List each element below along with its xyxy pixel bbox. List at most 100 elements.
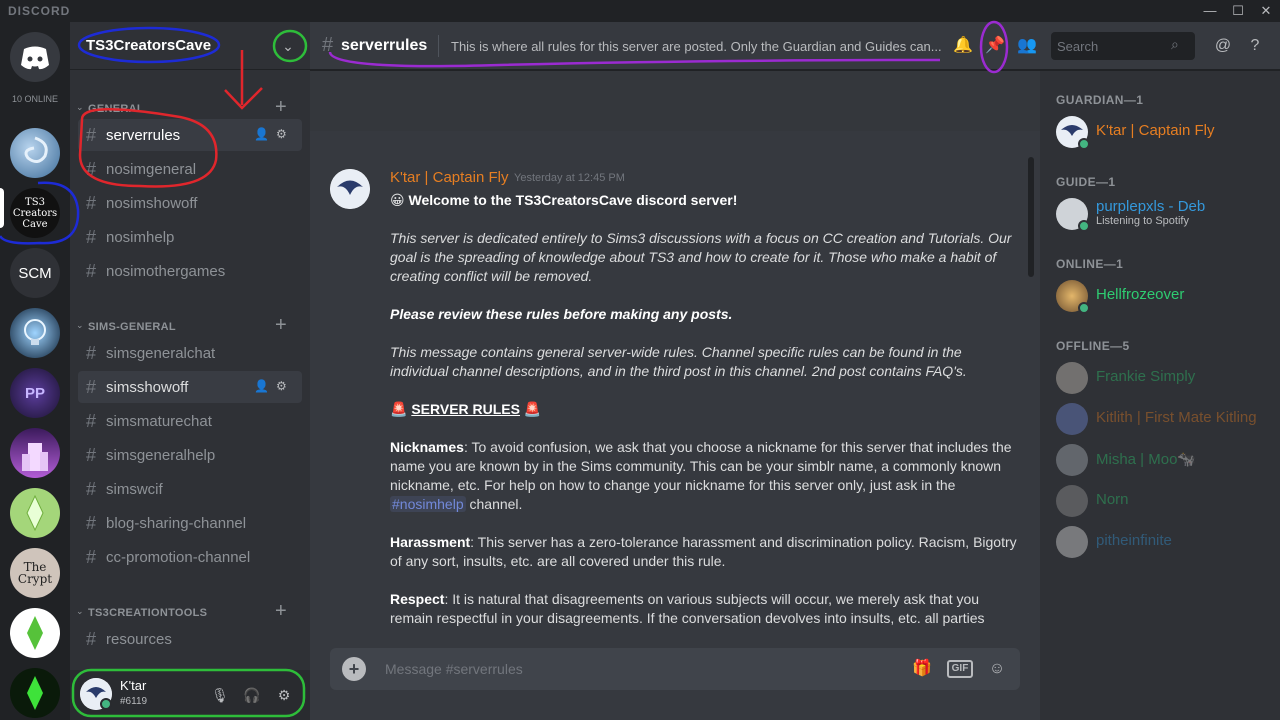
channel-header: # serverrules This is where all rules fo… — [310, 22, 1280, 70]
gear-icon[interactable]: ⚙ — [276, 127, 287, 141]
upload-plus-icon[interactable]: + — [342, 657, 366, 681]
member-item[interactable]: purplepxls - Deb Listening to Spotify — [1056, 196, 1276, 232]
server-header[interactable]: TS3CreatorsCave ⌄ — [70, 22, 310, 70]
message-composer: + 🎁 GIF ☺ — [330, 648, 1020, 690]
online-status-icon — [1078, 220, 1090, 232]
member-name: purplepxls - Deb — [1096, 198, 1206, 215]
chevron-down-icon: ⌄ — [76, 102, 84, 112]
channel-name: serverrules — [106, 127, 181, 144]
headphones-icon[interactable]: 🎧 — [240, 683, 264, 707]
avatar[interactable] — [330, 169, 370, 209]
intro-paragraph: This server is dedicated entirely to Sim… — [390, 230, 1012, 284]
channel-name: nosimothergames — [106, 263, 226, 280]
gift-icon[interactable]: 🎁 — [910, 657, 934, 681]
create-channel-button[interactable]: + — [275, 97, 287, 117]
member-item[interactable]: Norn — [1056, 483, 1276, 519]
mention-icon[interactable]: @ — [1211, 34, 1235, 58]
title-bar: DISCORD — ☐ ✕ — [0, 0, 1280, 22]
channel-simswcif[interactable]: # simswcif — [78, 473, 302, 505]
channel-simsshowoff[interactable]: # simsshowoff 👤 ⚙ — [78, 371, 302, 403]
member-group-label: ONLINE—1 — [1056, 257, 1124, 271]
channel-cc-promotion-channel[interactable]: # cc-promotion-channel — [78, 541, 302, 573]
guild-plumbob-white[interactable] — [10, 608, 60, 658]
guild-scm[interactable]: SCM — [10, 248, 60, 298]
member-item[interactable]: Hellfrozeover — [1056, 278, 1276, 314]
category-sims-general[interactable]: ⌄ SIMS-GENERAL + — [70, 315, 310, 337]
online-count: 10 ONLINE — [11, 94, 59, 104]
category-ts3creationtools[interactable]: ⌄ TS3CREATIONTOOLS + — [70, 601, 310, 623]
message-author[interactable]: K'tar | Captain Fly — [390, 169, 508, 186]
username: K'tar — [120, 678, 147, 693]
lightbulb-icon — [24, 319, 46, 345]
channel-resources[interactable]: # resources — [78, 623, 302, 655]
close-window-button[interactable]: ✕ — [1256, 2, 1276, 20]
bell-icon[interactable]: 🔔 — [951, 34, 975, 58]
message-content: 😀 Welcome to the TS3CreatorsCave discord… — [390, 191, 1020, 647]
guild-label: The Crypt — [17, 560, 53, 586]
guild-plumbob-dark[interactable] — [10, 668, 60, 718]
gif-button[interactable]: GIF — [947, 660, 973, 678]
member-item[interactable]: Frankie Simply — [1056, 360, 1276, 396]
review-note: Please review these rules before making … — [390, 306, 733, 322]
pin-icon[interactable]: 📌 — [983, 34, 1007, 58]
help-icon[interactable]: ? — [1243, 34, 1267, 58]
guild-plumbob-green[interactable] — [10, 488, 60, 538]
member-list-toggle-icon[interactable]: 👥 — [1015, 34, 1039, 58]
channel-nosimshowoff[interactable]: # nosimshowoff — [78, 187, 302, 219]
guild-castle[interactable] — [10, 428, 60, 478]
general-rules-note: This message contains general server-wid… — [390, 344, 967, 379]
member-item[interactable]: Kitlith | First Mate Kitling — [1056, 401, 1276, 437]
create-channel-button[interactable]: + — [275, 601, 287, 621]
category-general[interactable]: ⌄ GENERAL + — [70, 97, 310, 119]
channel-banner — [310, 71, 1040, 131]
search-input[interactable] — [1057, 37, 1167, 55]
channel-simsgeneralchat[interactable]: # simsgeneralchat — [78, 337, 302, 369]
hash-icon: # — [86, 261, 97, 281]
member-item[interactable]: Misha | Moo🐄 — [1056, 442, 1276, 478]
guild-label: PP — [24, 384, 45, 402]
create-channel-button[interactable]: + — [275, 315, 287, 335]
online-status-icon — [1078, 138, 1090, 150]
invite-icon[interactable]: 👤 — [254, 127, 269, 141]
user-settings-gear-icon[interactable]: ⚙ — [272, 683, 296, 707]
castle-icon — [22, 443, 48, 471]
invite-icon[interactable]: 👤 — [254, 379, 269, 393]
emoji-picker-icon[interactable]: ☺ — [985, 657, 1009, 681]
channel-serverrules[interactable]: # serverrules 👤 ⚙ — [78, 119, 302, 151]
channel-nosimgeneral[interactable]: # nosimgeneral — [78, 153, 302, 185]
channel-name: simsgeneralchat — [106, 345, 216, 362]
guild-lightbulb[interactable] — [10, 308, 60, 358]
maximize-button[interactable]: ☐ — [1228, 2, 1248, 20]
channel-name: blog-sharing-channel — [106, 515, 247, 532]
minimize-button[interactable]: — — [1200, 2, 1220, 20]
gear-icon[interactable]: ⚙ — [276, 379, 287, 393]
guild-blue-swirl[interactable] — [10, 128, 60, 178]
online-status-icon — [1078, 302, 1090, 314]
grinning-emoji: 😀 — [390, 192, 405, 208]
channel-simsmaturechat[interactable]: # simsmaturechat — [78, 405, 302, 437]
channel-simsgeneralhelp[interactable]: # simsgeneralhelp — [78, 439, 302, 471]
message-input[interactable] — [385, 659, 885, 679]
discord-home-button[interactable] — [10, 32, 60, 82]
member-item[interactable]: pitheinfinite — [1056, 524, 1276, 560]
scrollbar[interactable] — [1028, 157, 1034, 277]
search-bar[interactable]: ⌕ — [1051, 32, 1195, 60]
guild-the-crypt[interactable]: The Crypt — [10, 548, 60, 598]
server-list: 10 ONLINE TS3 Creators Cave SCM PP The C… — [0, 22, 70, 720]
rule-label-respect: Respect — [390, 591, 445, 607]
channel-blog-sharing-channel[interactable]: # blog-sharing-channel — [78, 507, 302, 539]
member-item[interactable]: K'tar | Captain Fly — [1056, 114, 1276, 150]
member-group-label: GUIDE—1 — [1056, 175, 1116, 189]
member-name: Misha | Moo🐄 — [1096, 451, 1197, 468]
channel-nosimothergames[interactable]: # nosimothergames — [78, 255, 302, 287]
guild-pp[interactable]: PP — [10, 368, 60, 418]
guild-ts3creatorscave[interactable]: TS3 Creators Cave — [10, 188, 60, 238]
channel-topic[interactable]: This is where all rules for this server … — [451, 39, 947, 54]
chevron-down-icon[interactable]: ⌄ — [276, 34, 300, 58]
channel-nosimhelp[interactable]: # nosimhelp — [78, 221, 302, 253]
rules-heading: SERVER RULES — [411, 401, 520, 417]
channel-name: simsshowoff — [106, 379, 189, 396]
avatar — [1056, 526, 1088, 558]
microphone-icon[interactable]: 🎙 — [208, 683, 232, 707]
channel-mention[interactable]: #nosimhelp — [390, 496, 466, 512]
